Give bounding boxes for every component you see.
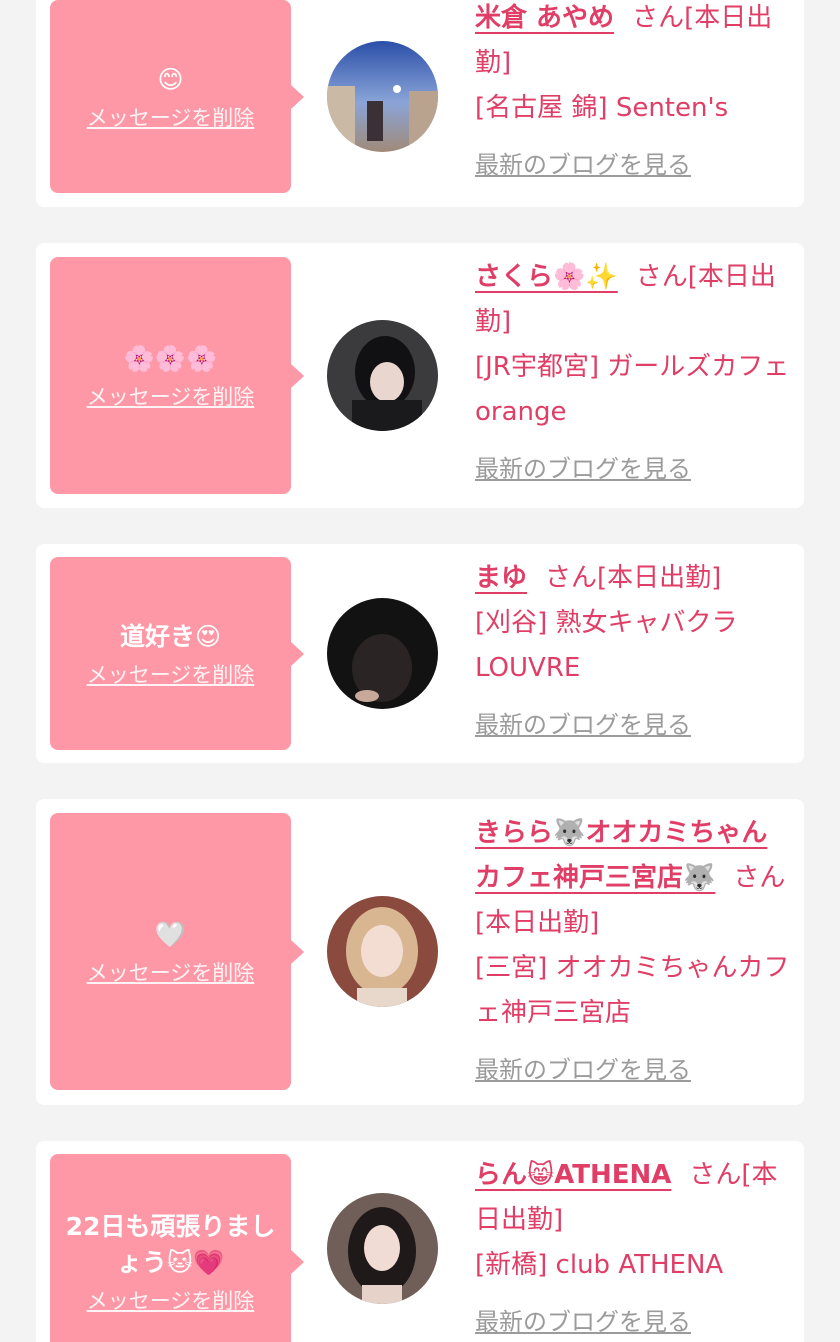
- message-card: 🤍 メッセージを削除 きらら🐺オオカミちゃんカフェ神戸三宮店🐺 さん[本日出勤] …: [36, 799, 804, 1105]
- message-card: 22日も頑張りましょう🐱💗 メッセージを削除 らん😸ATHENA さん[本日出勤]…: [36, 1141, 804, 1342]
- avatar[interactable]: [327, 320, 438, 431]
- cast-name-link[interactable]: さくら🌸✨: [475, 262, 618, 292]
- cast-name-link[interactable]: まゆ: [475, 563, 527, 593]
- latest-blog-link[interactable]: 最新のブログを見る: [475, 1300, 691, 1342]
- shop-info: [名古屋 錦] Senten's: [475, 93, 729, 123]
- cast-info: 米倉 あやめ さん[本日出勤] [名古屋 錦] Senten's 最新のブログを見…: [475, 0, 793, 188]
- message-text: 道好き😍: [119, 621, 222, 651]
- cast-name-link[interactable]: らん😸ATHENA: [475, 1160, 671, 1190]
- message-bubble: 😊 メッセージを削除: [50, 0, 304, 193]
- latest-blog-link[interactable]: 最新のブログを見る: [475, 447, 691, 492]
- delete-message-link[interactable]: メッセージを削除: [87, 381, 255, 411]
- latest-blog-link[interactable]: 最新のブログを見る: [475, 143, 691, 188]
- avatar[interactable]: [327, 598, 438, 709]
- shop-info: [JR宇都宮] ガールズカフェ orange: [475, 352, 790, 427]
- shop-info: [新橋] club ATHENA: [475, 1250, 724, 1280]
- delete-message-link[interactable]: メッセージを削除: [87, 659, 255, 689]
- message-bubble: 22日も頑張りましょう🐱💗 メッセージを削除: [50, 1154, 304, 1342]
- cast-info: きらら🐺オオカミちゃんカフェ神戸三宮店🐺 さん[本日出勤] [三宮] オオカミちゃ…: [475, 811, 793, 1093]
- cast-info: さくら🌸✨ さん[本日出勤] [JR宇都宮] ガールズカフェ orange 最新の…: [475, 255, 793, 492]
- message-bubble: 道好き😍 メッセージを削除: [50, 557, 304, 750]
- shop-info: [刈谷] 熟女キャバクラ LOUVRE: [475, 608, 738, 683]
- delete-message-link[interactable]: メッセージを削除: [87, 1285, 255, 1315]
- message-bubble: 🌸🌸🌸 メッセージを削除: [50, 257, 304, 494]
- message-bubble: 🤍 メッセージを削除: [50, 813, 304, 1090]
- delete-message-link[interactable]: メッセージを削除: [87, 957, 255, 987]
- message-text: 🤍: [154, 919, 187, 949]
- cast-name-link[interactable]: きらら🐺オオカミちゃんカフェ神戸三宮店🐺: [475, 818, 767, 893]
- message-card: 道好き😍 メッセージを削除 まゆ さん[本日出勤] [刈谷] 熟女キャバクラ LO…: [36, 544, 804, 763]
- cast-info: らん😸ATHENA さん[本日出勤] [新橋] club ATHENA 最新のブロ…: [475, 1153, 793, 1342]
- delete-message-link[interactable]: メッセージを削除: [87, 102, 255, 132]
- cast-name-link[interactable]: 米倉 あやめ: [475, 3, 614, 33]
- avatar[interactable]: [327, 896, 438, 1007]
- message-text: 22日も頑張りましょう🐱💗: [65, 1211, 276, 1277]
- avatar[interactable]: [327, 1193, 438, 1304]
- avatar[interactable]: [327, 41, 438, 152]
- message-text: 😊: [157, 64, 184, 94]
- latest-blog-link[interactable]: 最新のブログを見る: [475, 703, 691, 748]
- work-status: さん[本日出勤]: [545, 563, 722, 593]
- message-list: 😊 メッセージを削除 米倉 あやめ さん[本日出勤] [名古屋 錦] Senten…: [0, 0, 840, 1342]
- latest-blog-link[interactable]: 最新のブログを見る: [475, 1048, 691, 1093]
- message-text: 🌸🌸🌸: [123, 343, 218, 373]
- shop-info: [三宮] オオカミちゃんカフェ神戸三宮店: [475, 953, 790, 1028]
- message-card: 😊 メッセージを削除 米倉 あやめ さん[本日出勤] [名古屋 錦] Senten…: [36, 0, 804, 207]
- message-card: 🌸🌸🌸 メッセージを削除 さくら🌸✨ さん[本日出勤] [JR宇都宮] ガールズカ…: [36, 243, 804, 508]
- cast-info: まゆ さん[本日出勤] [刈谷] 熟女キャバクラ LOUVRE 最新のブログを見る: [475, 556, 793, 748]
